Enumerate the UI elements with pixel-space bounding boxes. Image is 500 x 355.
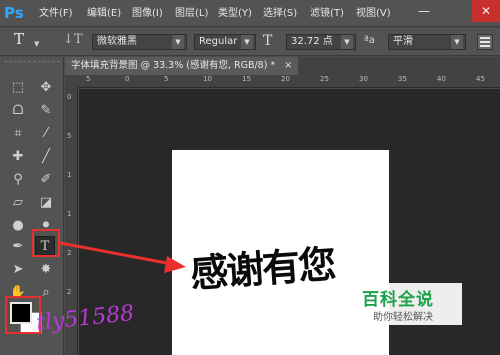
chevron-down-icon: ▼ xyxy=(172,35,184,49)
menu-image[interactable]: 图像(I) xyxy=(132,0,163,27)
text-orientation-icon[interactable]: ↓T xyxy=(63,32,83,47)
watermark-title: 百科全说 xyxy=(362,290,434,310)
close-button[interactable]: ✕ xyxy=(472,0,500,22)
quick-select-tool-icon[interactable]: ✎ xyxy=(36,101,56,121)
eraser-tool-icon[interactable]: ▱ xyxy=(8,193,28,213)
ruler-label: 10 xyxy=(203,75,212,83)
brush-tool-icon[interactable]: ╱ xyxy=(36,147,56,167)
history-brush-tool-icon[interactable]: ✐ xyxy=(36,170,56,190)
ruler-label: 5 xyxy=(67,132,72,140)
font-family-select[interactable]: 微软雅黑 ▼ xyxy=(92,34,187,50)
ruler-label: 0 xyxy=(125,75,130,83)
font-style-value: Regular xyxy=(199,36,238,47)
ruler-label: 5 xyxy=(164,75,169,83)
antialias-value: 平滑 xyxy=(393,36,413,47)
minimize-button[interactable]: — xyxy=(410,0,438,22)
canvas-text-layer[interactable]: 感谢有您 xyxy=(188,233,336,298)
path-select-tool-icon[interactable]: ➤ xyxy=(8,260,28,280)
crop-tool-icon[interactable]: ⌗ xyxy=(8,124,28,144)
panel-grip[interactable] xyxy=(4,61,60,67)
document-tab[interactable]: 字体填充背景图 @ 33.3% (感谢有您, RGB/8) * × xyxy=(65,57,299,75)
ruler-label: 30 xyxy=(359,75,368,83)
menu-select[interactable]: 选择(S) xyxy=(263,0,297,27)
ruler-label: 45 xyxy=(476,75,485,83)
ruler-label: 5 xyxy=(86,75,91,83)
ruler-label: 35 xyxy=(398,75,407,83)
ruler-label: 20 xyxy=(281,75,290,83)
close-tab-icon[interactable]: × xyxy=(284,60,292,71)
healing-brush-tool-icon[interactable]: ✚ xyxy=(8,147,28,167)
ruler-label: 40 xyxy=(437,75,446,83)
ruler-corner[interactable] xyxy=(65,75,78,88)
menu-view[interactable]: 视图(V) xyxy=(356,0,391,27)
align-left-icon[interactable] xyxy=(477,34,493,50)
custom-shape-tool-icon[interactable]: ✸ xyxy=(36,260,56,280)
antialias-select[interactable]: 平滑 ▼ xyxy=(388,34,466,50)
font-size-select[interactable]: 32.72 点 ▼ xyxy=(286,34,356,50)
clone-stamp-tool-icon[interactable]: ⚲ xyxy=(8,170,28,190)
menu-type[interactable]: 类型(Y) xyxy=(218,0,252,27)
ruler-label: 0 xyxy=(67,93,72,101)
menu-filter[interactable]: 滤镜(T) xyxy=(310,0,344,27)
ruler-label: 25 xyxy=(320,75,329,83)
eyedropper-tool-icon[interactable]: ⁄ xyxy=(36,124,56,144)
chevron-down-icon: ▼ xyxy=(341,35,353,49)
baidu-watermark: 百科全说 助你轻松解决 xyxy=(352,283,462,325)
horizontal-ruler[interactable]: 5 0 5 10 15 20 25 30 35 40 45 xyxy=(78,75,500,88)
tool-preset-picker[interactable]: T xyxy=(14,30,24,48)
paint-bucket-tool-icon[interactable]: ◪ xyxy=(36,193,56,213)
lasso-tool-icon[interactable]: ᗝ xyxy=(8,101,28,121)
menu-file[interactable]: 文件(F) xyxy=(39,0,73,27)
document-tab-title: 字体填充背景图 @ 33.3% (感谢有您, RGB/8) * xyxy=(71,60,276,71)
font-style-select[interactable]: Regular ▼ xyxy=(194,34,256,50)
blur-tool-icon[interactable]: ● xyxy=(8,216,28,236)
menu-edit[interactable]: 编辑(E) xyxy=(87,0,121,27)
antialias-icon: ªa xyxy=(364,35,375,46)
photoshop-logo: Ps xyxy=(4,4,24,22)
ruler-label: 2 xyxy=(67,249,72,257)
text-tool-highlight xyxy=(32,229,60,257)
document-tabbar: 字体填充背景图 @ 33.3% (感谢有您, RGB/8) * × xyxy=(65,57,500,75)
chevron-down-icon: ▼ xyxy=(241,35,253,49)
ruler-label: 2 xyxy=(67,288,72,296)
font-size-icon: T xyxy=(263,33,273,49)
font-family-value: 微软雅黑 xyxy=(97,36,137,47)
ruler-label: 1 xyxy=(67,171,72,179)
font-size-value: 32.72 点 xyxy=(291,36,333,47)
chevron-down-icon: ▼ xyxy=(451,35,463,49)
menu-layer[interactable]: 图层(L) xyxy=(175,0,208,27)
chevron-down-icon[interactable]: ▼ xyxy=(34,40,39,48)
pen-tool-icon[interactable]: ✒ xyxy=(8,237,28,257)
watermark-subtitle: 助你轻松解决 xyxy=(373,312,433,323)
move-tool-icon[interactable]: ✥ xyxy=(36,78,56,98)
ruler-label: 1 xyxy=(67,210,72,218)
options-bar: T ▼ ↓T 微软雅黑 ▼ Regular ▼ T 32.72 点 ▼ ªa 平… xyxy=(0,28,500,56)
ruler-label: 15 xyxy=(242,75,251,83)
menubar: Ps 文件(F) 编辑(E) 图像(I) 图层(L) 类型(Y) 选择(S) 滤… xyxy=(0,0,500,27)
marquee-tool-icon[interactable]: ⬚ xyxy=(8,78,28,98)
